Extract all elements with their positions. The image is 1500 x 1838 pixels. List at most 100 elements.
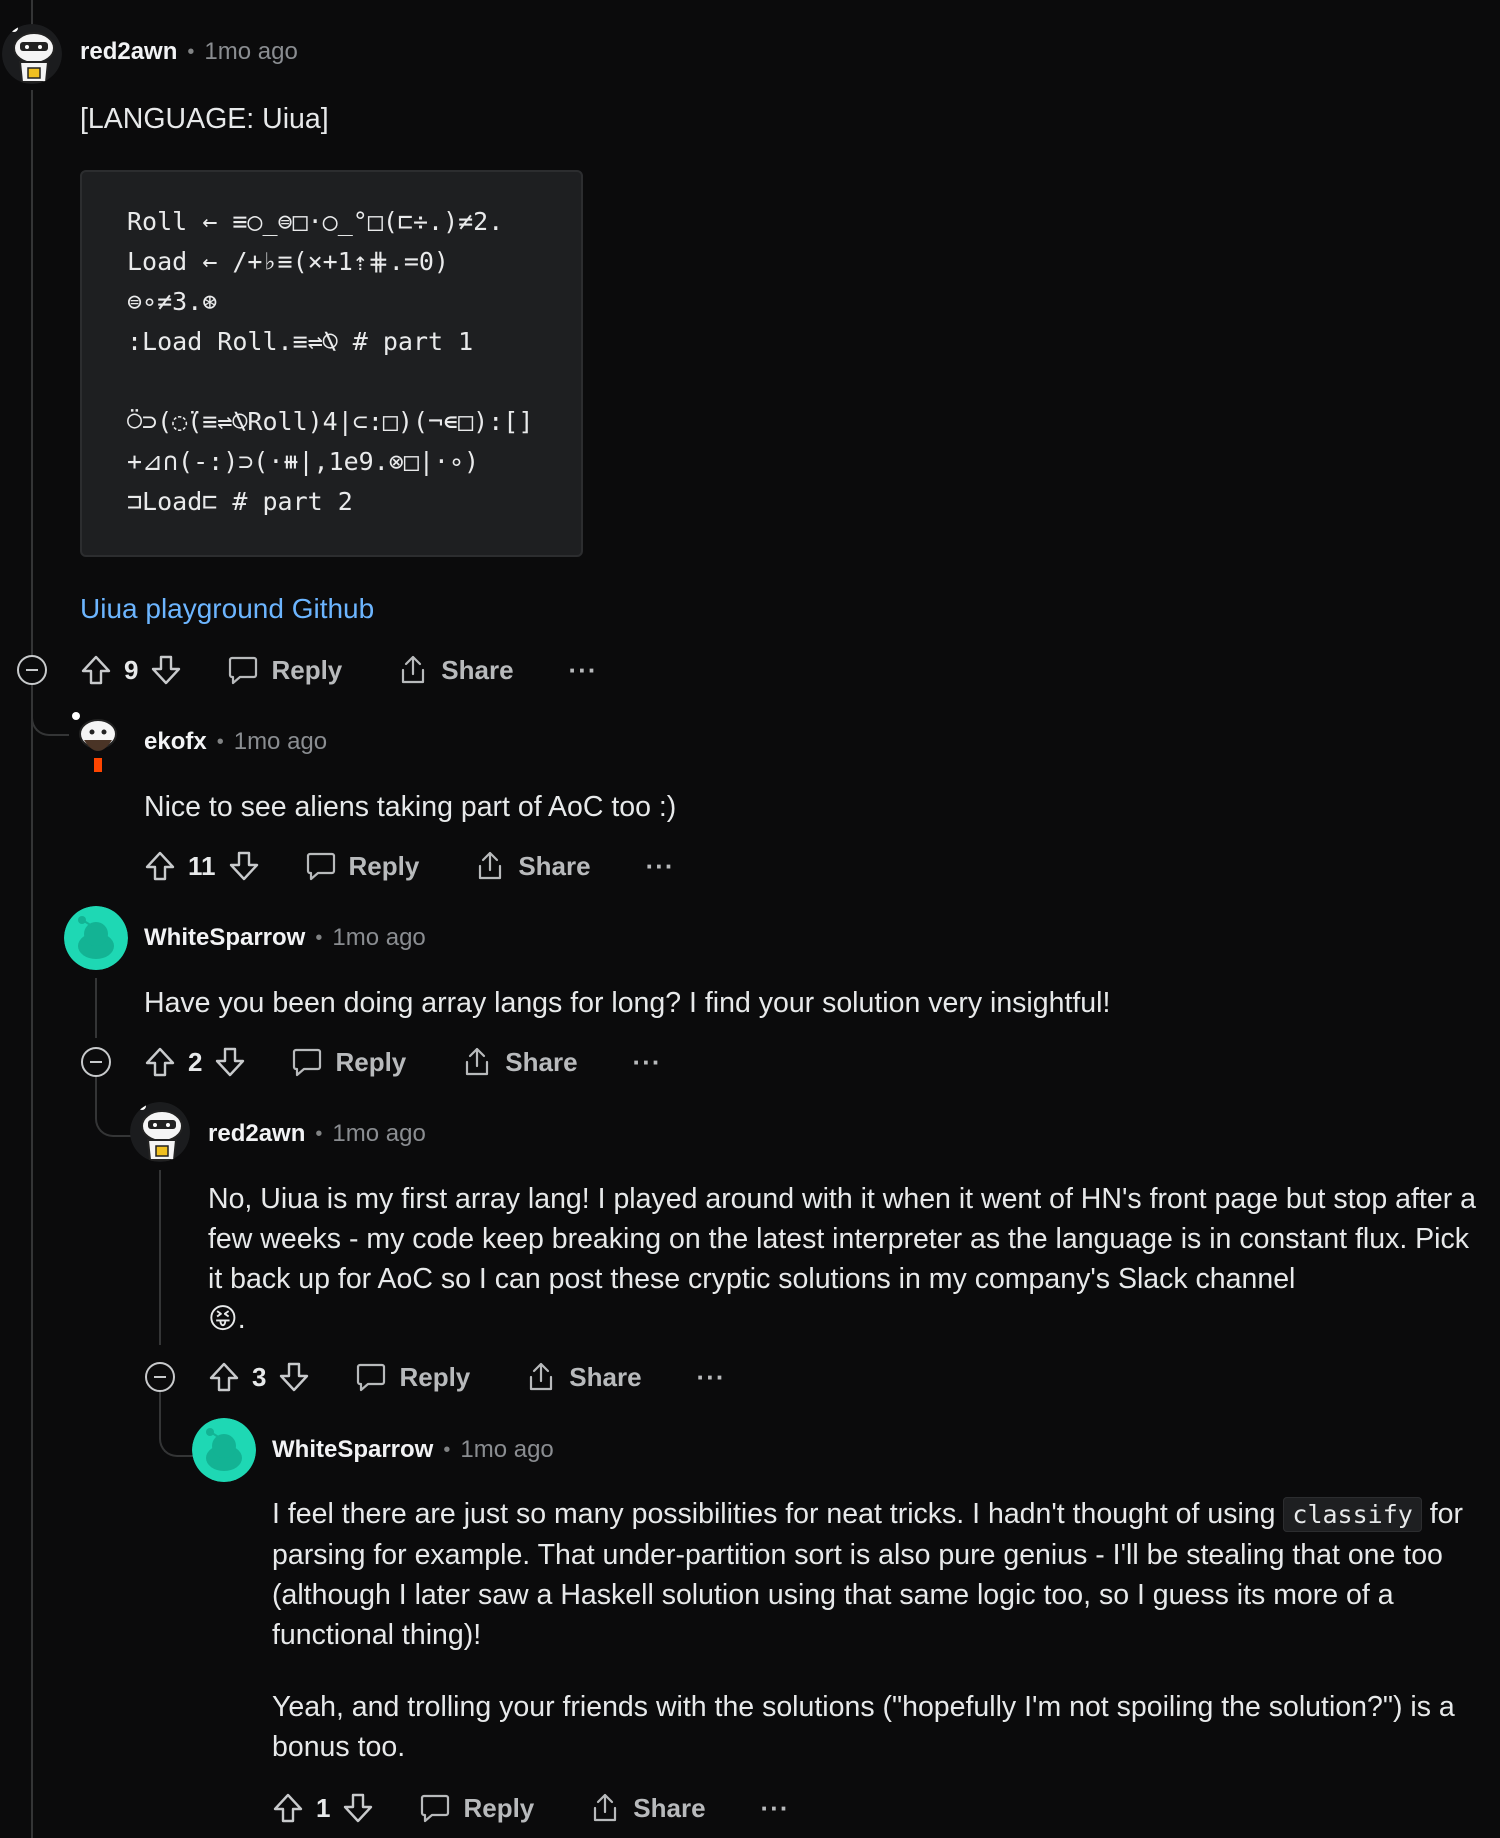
vote-count: 1 — [316, 1792, 331, 1823]
share-label: Share — [518, 850, 591, 881]
author-name[interactable]: WhiteSparrow — [144, 924, 305, 952]
code-line: :Load Roll.≡⇌⍉ # part 1 — [127, 327, 474, 356]
share-icon — [397, 654, 429, 686]
code-line: Load ← /+♭≡(×+1⇡⋕.=0) — [127, 247, 449, 276]
reply-button[interactable]: Reply — [355, 1361, 470, 1393]
comment-text: No, Uiua is my first array lang! I playe… — [208, 1179, 1478, 1339]
separator-dot: • — [443, 1438, 451, 1461]
author-name[interactable]: ekofx — [144, 728, 207, 756]
playground-link[interactable]: Uiua playground Github — [80, 593, 374, 625]
comment-icon — [355, 1361, 387, 1393]
upvote-icon[interactable] — [272, 1792, 304, 1824]
timestamp: 1mo ago — [332, 1120, 426, 1147]
share-button[interactable]: Share — [589, 1792, 706, 1824]
reply-button[interactable]: Reply — [419, 1792, 534, 1824]
collapse-icon[interactable] — [81, 1047, 111, 1077]
author-name[interactable]: red2awn — [80, 38, 177, 66]
comment-actions: 1 Reply Share ··· — [272, 1786, 790, 1830]
comment-paragraph: Yeah, and trolling your friends with the… — [272, 1691, 1455, 1763]
share-icon — [474, 850, 506, 882]
collapse-icon[interactable] — [17, 655, 47, 685]
comment-body: Have you been doing array langs for long… — [144, 983, 1110, 1023]
comment-text: Nice to see aliens taking part of AoC to… — [144, 791, 677, 823]
comment-text-main: No, Uiua is my first array lang! I playe… — [208, 1183, 1476, 1295]
comment-meta: red2awn • 1mo ago — [208, 1120, 426, 1148]
timestamp: 1mo ago — [460, 1436, 554, 1463]
comment-icon — [227, 654, 259, 686]
comment-actions: 9 Reply Share ··· — [80, 648, 598, 692]
share-button[interactable]: Share — [397, 654, 514, 686]
downvote-icon[interactable] — [214, 1046, 246, 1078]
more-options-button[interactable]: ··· — [646, 851, 675, 882]
timestamp: 1mo ago — [332, 924, 426, 951]
reply-button[interactable]: Reply — [291, 1046, 406, 1078]
avatar[interactable] — [130, 1102, 190, 1162]
comment-actions: 2 Reply Share ··· — [144, 1040, 662, 1084]
reply-label: Reply — [271, 654, 343, 685]
share-icon — [589, 1792, 621, 1824]
comment-body: I feel there are just so many possibilit… — [272, 1494, 1487, 1767]
code-line: ⍥⊃(◌̈(≡⇌⍉Roll)4|⊂:□)(¬∊□):[] — [127, 407, 534, 436]
inline-code: classify — [1283, 1497, 1422, 1532]
share-label: Share — [633, 1792, 706, 1823]
more-options-button[interactable]: ··· — [633, 1047, 662, 1078]
reply-label: Reply — [463, 1792, 535, 1823]
downvote-icon[interactable] — [342, 1792, 374, 1824]
share-button[interactable]: Share — [525, 1361, 642, 1393]
share-label: Share — [441, 654, 514, 685]
avatar[interactable] — [2, 24, 62, 84]
avatar[interactable] — [192, 1418, 256, 1482]
upvote-icon[interactable] — [144, 1046, 176, 1078]
separator-dot: • — [216, 730, 224, 753]
thread-branch — [95, 1070, 133, 1137]
comment-text-a: I feel there are just so many possibilit… — [272, 1498, 1276, 1530]
more-options-button[interactable]: ··· — [697, 1362, 726, 1393]
comment-meta: red2awn • 1mo ago — [80, 38, 298, 66]
avatar[interactable] — [68, 710, 128, 774]
vote-count: 11 — [188, 850, 216, 881]
upvote-icon[interactable] — [80, 654, 112, 686]
downvote-icon[interactable] — [228, 850, 260, 882]
author-name[interactable]: red2awn — [208, 1120, 305, 1148]
language-label: [LANGUAGE: Uiua] — [80, 103, 329, 135]
share-icon — [461, 1046, 493, 1078]
downvote-icon[interactable] — [278, 1361, 310, 1393]
more-options-button[interactable]: ··· — [569, 655, 598, 686]
comment-icon — [419, 1792, 451, 1824]
downvote-icon[interactable] — [150, 654, 182, 686]
thread-line — [95, 978, 97, 1038]
code-line: +⊿∩(-:)⊃(·⧻|,1e9.⊗□|·∘) — [127, 447, 480, 476]
share-label: Share — [505, 1046, 578, 1077]
comment-paragraph: I feel there are just so many possibilit… — [272, 1494, 1487, 1655]
comment-icon — [305, 850, 337, 882]
comment-body: Nice to see aliens taking part of AoC to… — [144, 787, 676, 827]
more-options-button[interactable]: ··· — [761, 1793, 790, 1824]
reply-label: Reply — [399, 1361, 471, 1392]
comment-text: Have you been doing array langs for long… — [144, 987, 1111, 1019]
avatar[interactable] — [64, 906, 128, 970]
timestamp: 1mo ago — [233, 728, 328, 755]
author-name[interactable]: WhiteSparrow — [272, 1436, 433, 1464]
reply-button[interactable]: Reply — [227, 654, 342, 686]
vote-count: 9 — [124, 654, 139, 685]
share-button[interactable]: Share — [474, 850, 591, 882]
code-block: Roll ← ≡○̲⊜□·○̲°□(⊏÷.)≠2. Load ← /+♭≡(×+… — [80, 170, 583, 557]
code-line: ⊐Load⊏ # part 2 — [127, 487, 353, 516]
comment-actions: 11 Reply Share ··· — [144, 844, 675, 888]
share-icon — [525, 1361, 557, 1393]
share-label: Share — [569, 1361, 642, 1392]
upvote-icon[interactable] — [208, 1361, 240, 1393]
upvote-icon[interactable] — [144, 850, 176, 882]
collapse-icon[interactable] — [145, 1362, 175, 1392]
comment-body: [LANGUAGE: Uiua] — [80, 99, 329, 139]
share-button[interactable]: Share — [461, 1046, 578, 1078]
comment-meta: WhiteSparrow • 1mo ago — [272, 1436, 554, 1464]
reply-button[interactable]: Reply — [305, 850, 419, 882]
thread-branch — [31, 700, 69, 736]
comment-meta: ekofx • 1mo ago — [144, 728, 327, 756]
reply-label: Reply — [335, 1046, 407, 1077]
separator-dot: • — [315, 1122, 323, 1145]
vote-count: 3 — [252, 1361, 267, 1392]
comment-actions: 3 Reply Share ··· — [208, 1355, 726, 1399]
